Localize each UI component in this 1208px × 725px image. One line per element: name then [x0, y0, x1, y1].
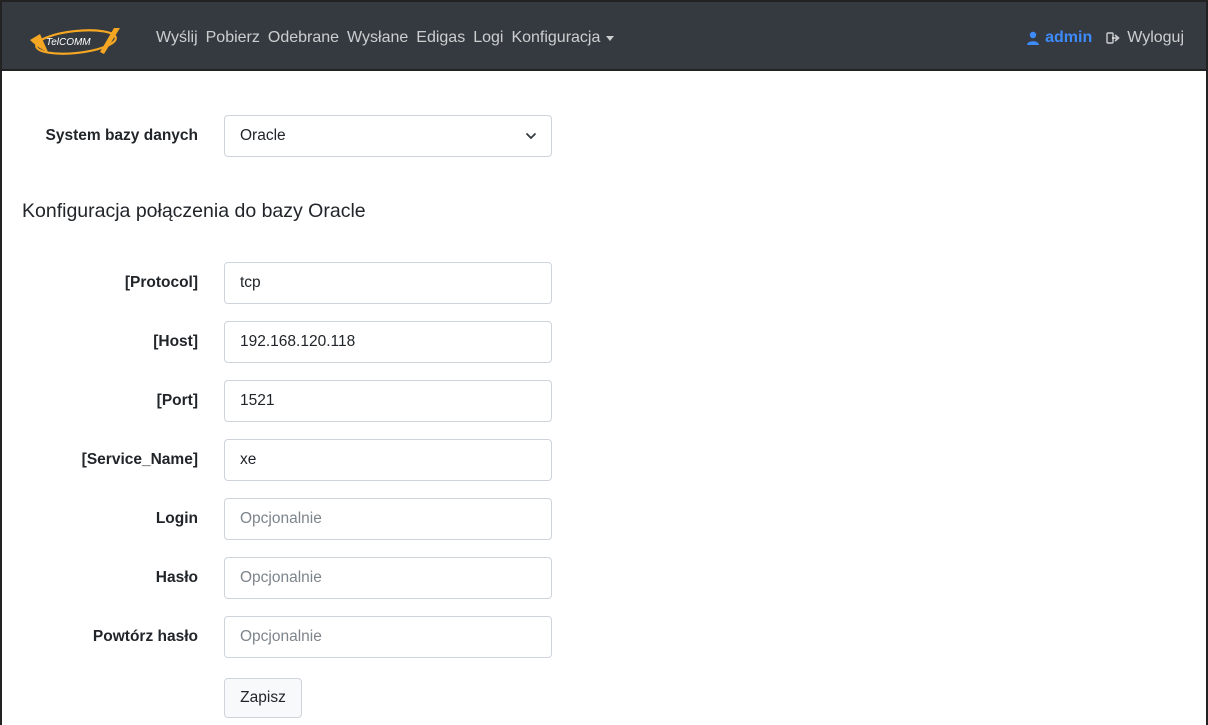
repeat-password-row: Powtórz hasło — [0, 616, 560, 658]
user-menu-link[interactable]: admin — [1026, 29, 1092, 47]
service-name-row: [Service_Name] — [0, 439, 560, 481]
password-label: Hasło — [155, 569, 198, 586]
logout-link[interactable]: Wyloguj — [1106, 29, 1184, 47]
db-system-select[interactable]: Oracle — [224, 115, 552, 157]
user-name: admin — [1045, 28, 1093, 46]
nav-item-logi[interactable]: Logi — [473, 29, 503, 47]
svg-text:TelCOMM: TelCOMM — [46, 37, 91, 48]
nav-item-odebrane[interactable]: Odebrane — [268, 29, 339, 47]
save-button[interactable]: Zapisz — [224, 678, 302, 718]
service-name-input[interactable] — [224, 439, 552, 481]
login-input[interactable] — [224, 498, 552, 540]
password-row: Hasło — [0, 557, 560, 599]
nav-dropdown-konfiguracja[interactable]: Konfiguracja — [511, 28, 615, 47]
protocol-row: [Protocol] — [0, 262, 560, 304]
logout-label: Wyloguj — [1127, 28, 1184, 46]
host-label: [Host] — [153, 333, 198, 350]
port-row: [Port] — [0, 380, 560, 422]
protocol-label: [Protocol] — [124, 274, 198, 291]
db-system-selected-value: Oracle — [240, 127, 286, 144]
nav-item-wyslane[interactable]: Wysłane — [347, 29, 408, 47]
host-input[interactable] — [224, 321, 552, 363]
port-input[interactable] — [224, 380, 552, 422]
nav-dropdown-label: Konfiguracja — [511, 28, 601, 46]
nav-item-pobierz[interactable]: Pobierz — [206, 29, 260, 47]
service-name-label: [Service_Name] — [81, 451, 198, 468]
password-input[interactable] — [224, 557, 552, 599]
db-system-label: System bazy danych — [45, 127, 198, 144]
nav-item-wyslij[interactable]: Wyślij — [156, 29, 198, 47]
nav-menu: Wyślij Pobierz Odebrane Wysłane Edigas L… — [156, 2, 622, 73]
caret-down-icon — [606, 36, 615, 41]
login-label: Login — [155, 510, 198, 527]
telcomm-logo[interactable]: TelCOMM — [28, 24, 124, 58]
protocol-input[interactable] — [224, 262, 552, 304]
navbar: TelCOMM Wyślij Pobierz Odebrane Wysłane … — [0, 0, 1208, 71]
login-row: Login — [0, 498, 560, 540]
host-row: [Host] — [0, 321, 560, 363]
nav-item-edigas[interactable]: Edigas — [416, 29, 465, 47]
user-icon — [1027, 31, 1040, 45]
section-title: Konfiguracja połączenia do bazy Oracle — [22, 200, 366, 222]
sign-out-icon — [1106, 31, 1120, 44]
chevron-down-icon — [525, 132, 537, 140]
repeat-password-label: Powtórz hasło — [92, 628, 198, 645]
db-system-row: System bazy danych Oracle — [0, 115, 560, 157]
nav-user-area: admin Wyloguj — [1026, 2, 1184, 73]
repeat-password-input[interactable] — [224, 616, 552, 658]
port-label: [Port] — [156, 392, 198, 409]
